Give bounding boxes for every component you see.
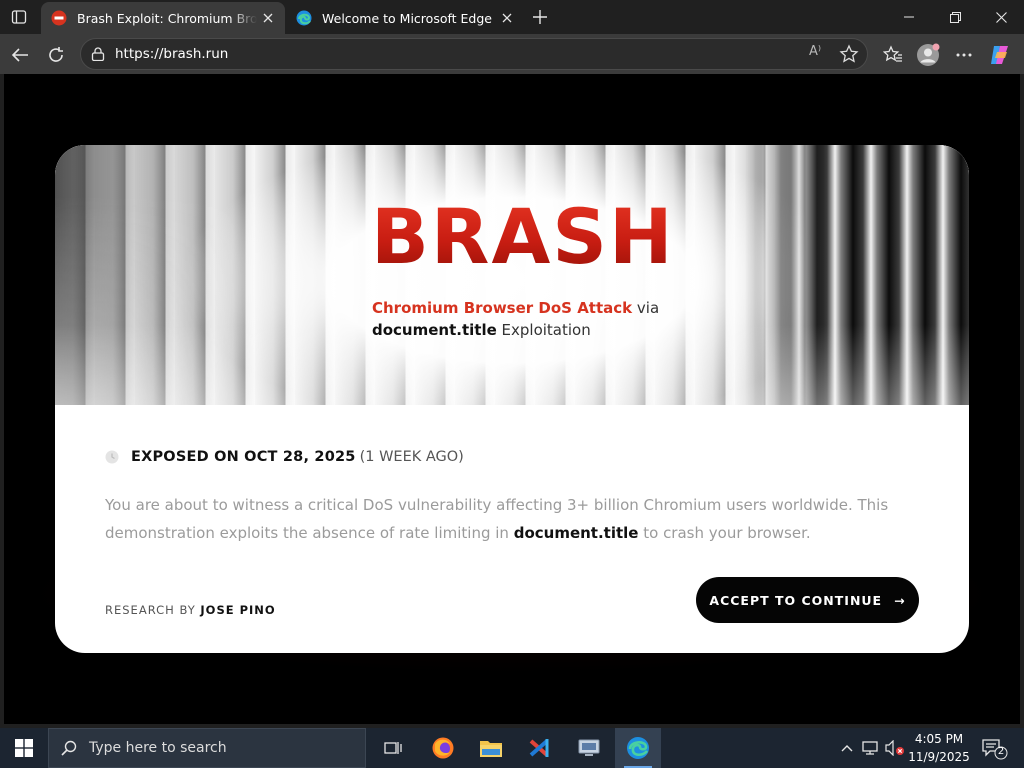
new-tab-button[interactable] (528, 5, 552, 29)
taskbar-firefox[interactable] (420, 728, 466, 768)
avatar-icon (917, 43, 940, 66)
exposed-date-row: EXPOSED ON OCT 28, 2025 (1 WEEK AGO) (105, 449, 464, 465)
exposed-date: EXPOSED ON OCT 28, 2025 (131, 449, 356, 465)
tab-title: Brash Exploit: Chromium Browser DoS Atta… (77, 10, 257, 26)
favorite-star-icon[interactable] (839, 44, 859, 64)
volume-muted-icon (885, 740, 904, 756)
back-button[interactable] (7, 42, 33, 68)
address-bar[interactable]: https://brash.run A⁾ (80, 38, 868, 70)
restore-button[interactable] (932, 0, 978, 34)
browser-title-bar: Brash Exploit: Chromium Browser DoS Atta… (0, 0, 1024, 34)
more-icon (956, 53, 972, 57)
read-aloud-icon[interactable]: A⁾ (809, 44, 821, 59)
cta-label: ACCEPT TO CONTINUE (709, 592, 883, 608)
research-label: RESEARCH BY (105, 603, 201, 617)
volume-tray-button[interactable] (884, 728, 906, 768)
edge-icon (627, 737, 649, 759)
remote-desktop-icon (578, 739, 600, 756)
tab-actions-icon (11, 10, 27, 24)
edge-favicon-icon (296, 10, 312, 26)
tab-actions-menu[interactable] (8, 6, 30, 28)
accept-continue-button[interactable]: ACCEPT TO CONTINUE → (696, 577, 919, 623)
clock-icon (105, 450, 119, 464)
windows-taskbar: Type here to search 4:05 PM 11/9/2025 2 (0, 728, 1024, 768)
plus-icon (533, 10, 547, 24)
research-author: JOSE PINO (200, 603, 276, 617)
taskbar-edge[interactable] (615, 728, 661, 768)
close-icon (995, 11, 1007, 23)
arrow-left-icon (11, 48, 28, 62)
favorites-button[interactable] (880, 42, 906, 68)
restore-icon (949, 11, 961, 23)
browser-toolbar: https://brash.run A⁾ (0, 34, 1024, 74)
notification-count: 2 (997, 746, 1005, 757)
windows-logo-icon (15, 739, 33, 757)
tab-close-button[interactable] (496, 7, 518, 29)
hero-subtitle: Chromium Browser DoS Attack via document… (372, 297, 659, 341)
minimize-button[interactable] (886, 0, 932, 34)
copilot-button[interactable] (987, 42, 1013, 68)
clock-date: 11/9/2025 (908, 750, 970, 764)
settings-more-button[interactable] (951, 42, 977, 68)
network-icon (862, 741, 878, 755)
code-editor-icon (529, 739, 549, 757)
taskbar-file-explorer[interactable] (468, 728, 514, 768)
arrow-right-icon: → (894, 592, 906, 608)
search-placeholder: Type here to search (89, 740, 227, 756)
taskbar-remote-desktop[interactable] (566, 728, 612, 768)
minimize-icon (904, 16, 914, 18)
warning-card: BRASH Chromium Browser DoS Attack via do… (55, 145, 969, 653)
notification-center-button[interactable]: 2 (982, 738, 1008, 764)
description-text: You are about to witness a critical DoS … (105, 491, 905, 547)
subtitle-via: via (632, 299, 660, 317)
lock-icon[interactable] (91, 47, 105, 61)
close-window-button[interactable] (978, 0, 1024, 34)
description-part2: to crash your browser. (638, 524, 811, 542)
close-icon (502, 13, 512, 23)
tab-title: Welcome to Microsoft Edge (322, 10, 492, 26)
chevron-up-icon (841, 745, 853, 752)
taskbar-search[interactable]: Type here to search (48, 728, 366, 768)
close-icon (263, 13, 273, 23)
start-button[interactable] (0, 728, 48, 768)
task-view-button[interactable] (370, 728, 416, 768)
brand-title: BRASH (371, 192, 675, 281)
search-icon (61, 740, 77, 756)
refresh-icon (49, 47, 63, 62)
research-credit: RESEARCH BY JOSE PINO (105, 603, 276, 617)
clock-time: 4:05 PM (914, 732, 964, 746)
profile-button[interactable] (915, 42, 941, 68)
hero-banner: BRASH Chromium Browser DoS Attack via do… (55, 145, 969, 405)
network-tray-button[interactable] (860, 728, 882, 768)
tab-brash-exploit[interactable]: Brash Exploit: Chromium Browser DoS Atta… (41, 2, 285, 34)
exposed-ago: (1 WEEK AGO) (359, 449, 464, 465)
taskbar-clock[interactable]: 4:05 PM 11/9/2025 (904, 730, 974, 766)
show-hidden-icons-button[interactable] (836, 728, 858, 768)
task-view-icon (384, 742, 402, 754)
url-text[interactable]: https://brash.run (115, 46, 228, 62)
subtitle-keyword: document.title (372, 321, 497, 339)
brash-favicon-icon (51, 10, 67, 26)
favorites-icon (883, 45, 902, 62)
refresh-button[interactable] (43, 42, 69, 68)
taskbar-visual-studio-code[interactable] (517, 728, 563, 768)
folder-icon (480, 741, 502, 757)
subtitle-attack-name: Chromium Browser DoS Attack (372, 299, 633, 317)
tab-welcome-edge[interactable]: Welcome to Microsoft Edge (286, 2, 524, 34)
description-keyword: document.title (513, 524, 639, 542)
tab-close-button[interactable] (257, 7, 279, 29)
page-viewport: BRASH Chromium Browser DoS Attack via do… (4, 74, 1020, 724)
copilot-icon (991, 46, 1008, 64)
firefox-icon (432, 737, 454, 759)
subtitle-exploitation: Exploitation (496, 321, 591, 339)
